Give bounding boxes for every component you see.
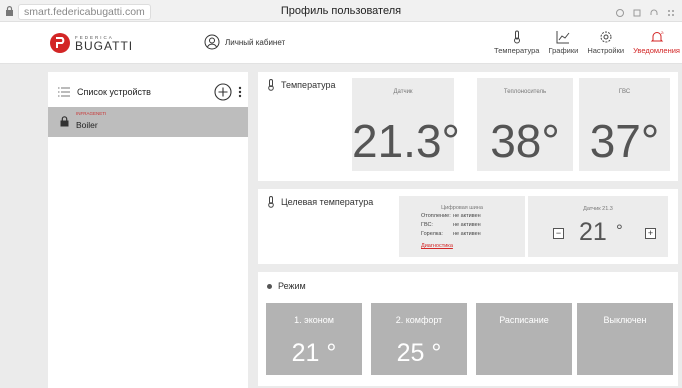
diagnostics-link[interactable]: Диагностика	[421, 243, 453, 249]
thermometer-icon	[268, 79, 274, 91]
browser-actions	[615, 5, 676, 17]
target-title-text: Целевая температура	[281, 197, 374, 207]
decrease-button[interactable]: −	[553, 228, 564, 239]
share-icon[interactable]	[632, 5, 642, 17]
mode-comfort-button[interactable]: 2. комфорт 25 °	[371, 303, 467, 375]
digital-bus-box: Цифровая шина Отопление: не активен ГВС: н…	[399, 196, 525, 257]
bus-title: Цифровая шина	[441, 205, 483, 211]
nav-temperature-label: Температура	[494, 46, 540, 55]
device-name: Boiler	[76, 120, 98, 130]
menu-icon[interactable]	[666, 5, 676, 16]
bus-row-burner: Горелка: не активен	[421, 231, 481, 237]
chart-icon	[556, 31, 570, 44]
device-list-header: Список устройств	[58, 82, 242, 102]
main-nav: Температура Графики Настройки 24 Уведомл…	[494, 30, 680, 55]
mode-off-label: Выключен	[603, 315, 647, 325]
more-options-icon[interactable]	[238, 86, 242, 98]
mode-economy-label: 1. эконом	[294, 315, 334, 325]
sensor-value: 21.3°	[352, 115, 460, 167]
nav-settings[interactable]: Настройки	[587, 30, 624, 55]
nav-notifications-label: Уведомления	[633, 46, 680, 55]
device-sublabel: INFRAGENETI	[76, 111, 107, 116]
sensor-temp-box: Датчик 21.3°	[352, 78, 460, 171]
temperature-title-text: Температура	[281, 80, 336, 90]
target-value: 21	[579, 218, 607, 246]
mode-economy-value: 21 °	[291, 339, 337, 367]
mode-economy-button[interactable]: 1. эконом 21 °	[266, 303, 362, 375]
browser-address-bar: smart.federicabugatti.com Профиль пользо…	[0, 0, 682, 22]
target-title: Целевая температура	[267, 196, 373, 208]
bugatti-logo[interactable]: FEDERICA BUGATTI	[48, 31, 140, 55]
target-sensor-label: Датчик 21.3	[583, 206, 613, 212]
coolant-value: 38°	[490, 115, 560, 167]
dhw-label: ГВС	[618, 89, 631, 95]
bus-row-dhw: ГВС: не активен	[421, 222, 481, 228]
mode-schedule-label: Расписание	[499, 315, 549, 325]
coolant-label: Теплоноситель	[503, 89, 547, 95]
dhw-temp-box: ГВС 37°	[579, 78, 670, 171]
target-degree: °	[616, 221, 623, 240]
mode-panel: Режим 1. эконом 21 ° 2. комфорт 25 ° Рас…	[258, 272, 678, 386]
target-temperature-panel: Целевая температура Цифровая шина Отопле…	[258, 189, 678, 264]
increase-button[interactable]: +	[645, 228, 656, 239]
svg-text:24: 24	[661, 30, 664, 35]
mode-schedule-button[interactable]: Расписание	[476, 303, 572, 375]
mode-off-button[interactable]: Выключен	[577, 303, 673, 375]
bus-row-heating: Отопление: не активен	[421, 213, 481, 219]
svg-text:BUGATTI: BUGATTI	[75, 39, 133, 53]
page-title: Профиль пользователя	[280, 5, 402, 17]
device-item-boiler[interactable]: INFRAGENETI Boiler	[48, 107, 248, 137]
nav-charts-label: Графики	[548, 46, 579, 55]
device-list-title: Список устройств	[77, 87, 151, 97]
headphones-icon[interactable]	[649, 5, 659, 15]
thermometer-icon	[513, 30, 520, 44]
gear-icon	[600, 31, 612, 43]
device-list-panel: Список устройств INFRAGENETI Boiler	[48, 72, 248, 388]
cabinet-label: Личный кабинет	[225, 37, 286, 47]
temperature-panel: Температура Датчик 21.3° Теплоноситель 3…	[258, 72, 678, 181]
bell-icon: 24	[650, 30, 664, 42]
nav-temperature[interactable]: Температура	[494, 30, 539, 55]
thermometer-icon	[268, 196, 274, 208]
list-icon	[58, 87, 70, 97]
target-setpoint-box: Датчик 21.3 − 21 ° +	[528, 196, 668, 257]
personal-cabinet-link[interactable]: Личный кабинет	[204, 34, 285, 50]
nav-charts[interactable]: Графики	[548, 30, 578, 55]
mode-comfort-value: 25 °	[396, 339, 442, 367]
coolant-temp-box: Теплоноситель 38°	[477, 78, 573, 171]
sensor-label: Датчик	[393, 89, 413, 95]
nav-notifications[interactable]: 24 Уведомления	[633, 30, 680, 55]
temperature-title: Температура	[267, 79, 336, 91]
mode-comfort-label: 2. комфорт	[395, 315, 443, 325]
add-device-button[interactable]	[214, 83, 232, 101]
mode-title: Режим	[267, 281, 306, 291]
extension-icon[interactable]	[615, 5, 625, 17]
nav-settings-label: Настройки	[587, 46, 625, 55]
user-icon	[204, 34, 220, 50]
mode-icon	[267, 283, 272, 289]
mode-title-text: Режим	[278, 281, 306, 291]
lock-icon	[60, 116, 69, 127]
dhw-value: 37°	[589, 115, 660, 167]
app-header: FEDERICA BUGATTI Личный кабинет Температ…	[0, 22, 682, 64]
